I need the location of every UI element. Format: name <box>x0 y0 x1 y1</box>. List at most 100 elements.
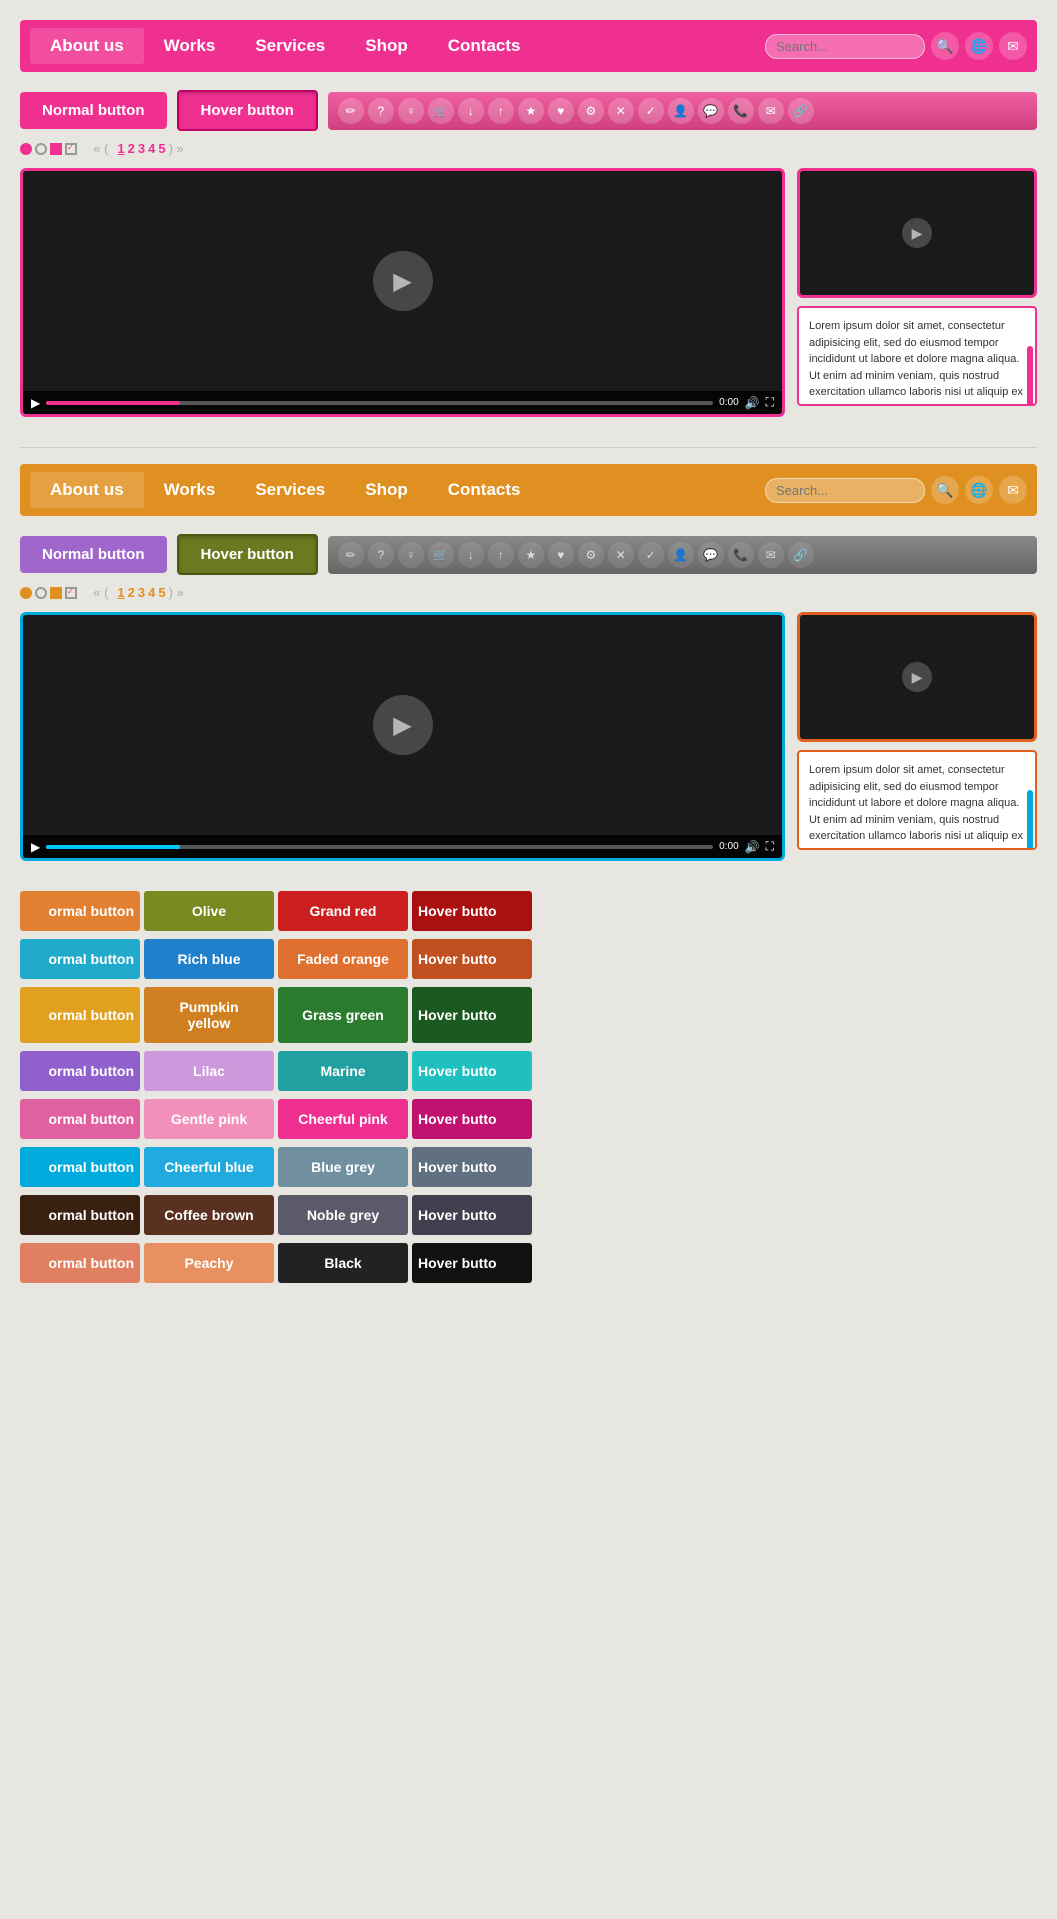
nav-orange-services[interactable]: Services <box>235 472 345 508</box>
hover-button-olive[interactable]: Hover button <box>177 534 318 575</box>
normal-btn-2[interactable]: ormal button <box>20 987 140 1043</box>
orange-radio-filled[interactable] <box>20 587 32 599</box>
page-1[interactable]: 1 <box>117 141 124 156</box>
nav-item-aboutus[interactable]: About us <box>30 28 144 64</box>
normal-btn-6[interactable]: ormal button <box>20 1195 140 1235</box>
accent-btn-5[interactable]: Blue grey <box>278 1147 408 1187</box>
hover-button-pink[interactable]: Hover button <box>177 90 318 131</box>
page-2[interactable]: 2 <box>128 141 135 156</box>
play-ctrl[interactable]: ▶ <box>31 396 40 410</box>
orange-email-icon[interactable]: ✉ <box>999 476 1027 504</box>
hover-btn-0[interactable]: Hover butto <box>412 891 532 931</box>
gray-icon-pencil[interactable]: ✏ <box>338 542 364 568</box>
icon-check[interactable]: ✓ <box>638 98 664 124</box>
color-name-btn-1[interactable]: Rich blue <box>144 939 274 979</box>
gray-icon-gear[interactable]: ⚙ <box>578 542 604 568</box>
gray-icon-up[interactable]: ↑ <box>488 542 514 568</box>
search-icon[interactable]: 🔍 <box>931 32 959 60</box>
hover-btn-5[interactable]: Hover butto <box>412 1147 532 1187</box>
nav-orange-works[interactable]: Works <box>144 472 236 508</box>
play-button-blue[interactable]: ▶ <box>373 695 433 755</box>
icon-help[interactable]: ? <box>368 98 394 124</box>
nav-item-services[interactable]: Services <box>235 28 345 64</box>
nav-orange-contacts[interactable]: Contacts <box>428 472 541 508</box>
orange-radio-empty[interactable] <box>35 587 47 599</box>
checkbox-1[interactable] <box>50 143 62 155</box>
icon-mail[interactable]: ✉ <box>758 98 784 124</box>
page-3[interactable]: 3 <box>138 141 145 156</box>
accent-btn-6[interactable]: Noble grey <box>278 1195 408 1235</box>
nav-orange-aboutus[interactable]: About us <box>30 472 144 508</box>
gray-icon-link[interactable]: 🔗 <box>788 542 814 568</box>
accent-btn-3[interactable]: Marine <box>278 1051 408 1091</box>
globe-icon[interactable]: 🌐 <box>965 32 993 60</box>
play-button-small-pink[interactable]: ▶ <box>902 218 932 248</box>
orange-search-input[interactable] <box>765 478 925 503</box>
normal-button-pink[interactable]: Normal button <box>20 92 167 129</box>
accent-btn-7[interactable]: Black <box>278 1243 408 1283</box>
normal-btn-3[interactable]: ormal button <box>20 1051 140 1091</box>
gray-icon-chat[interactable]: 💬 <box>698 542 724 568</box>
gray-icon-female[interactable]: ♀ <box>398 542 424 568</box>
accent-btn-1[interactable]: Faded orange <box>278 939 408 979</box>
accent-btn-4[interactable]: Cheerful pink <box>278 1099 408 1139</box>
color-name-btn-2[interactable]: Pumpkin yellow <box>144 987 274 1043</box>
icon-pencil[interactable]: ✏ <box>338 98 364 124</box>
volume-icon[interactable]: 🔊 <box>745 396 760 410</box>
color-name-btn-6[interactable]: Coffee brown <box>144 1195 274 1235</box>
color-name-btn-4[interactable]: Gentle pink <box>144 1099 274 1139</box>
hover-btn-7[interactable]: Hover butto <box>412 1243 532 1283</box>
hover-btn-3[interactable]: Hover butto <box>412 1051 532 1091</box>
icon-up[interactable]: ↑ <box>488 98 514 124</box>
normal-btn-5[interactable]: ormal button <box>20 1147 140 1187</box>
color-name-btn-0[interactable]: Olive <box>144 891 274 931</box>
icon-cart[interactable]: 🛒 <box>428 98 454 124</box>
gray-icon-down[interactable]: ↓ <box>458 542 484 568</box>
play-button-pink[interactable]: ▶ <box>373 251 433 311</box>
nav-item-shop[interactable]: Shop <box>345 28 428 64</box>
fullscreen-icon[interactable]: ⛶ <box>766 395 774 410</box>
check-arrow-1[interactable] <box>65 143 77 155</box>
icon-link[interactable]: 🔗 <box>788 98 814 124</box>
gray-icon-check[interactable]: ✓ <box>638 542 664 568</box>
blue-play-ctrl[interactable]: ▶ <box>31 840 40 854</box>
orange-check-arrow[interactable] <box>65 587 77 599</box>
search-input[interactable] <box>765 34 925 59</box>
color-name-btn-7[interactable]: Peachy <box>144 1243 274 1283</box>
progress-bar-pink[interactable] <box>46 401 713 405</box>
color-name-btn-3[interactable]: Lilac <box>144 1051 274 1091</box>
orange-page-5[interactable]: 5 <box>158 585 165 600</box>
gray-icon-cart[interactable]: 🛒 <box>428 542 454 568</box>
hover-btn-6[interactable]: Hover butto <box>412 1195 532 1235</box>
gray-icon-help[interactable]: ? <box>368 542 394 568</box>
email-icon[interactable]: ✉ <box>999 32 1027 60</box>
orange-globe-icon[interactable]: 🌐 <box>965 476 993 504</box>
icon-star[interactable]: ★ <box>518 98 544 124</box>
hover-btn-2[interactable]: Hover butto <box>412 987 532 1043</box>
gray-icon-mail[interactable]: ✉ <box>758 542 784 568</box>
icon-down[interactable]: ↓ <box>458 98 484 124</box>
accent-btn-0[interactable]: Grand red <box>278 891 408 931</box>
hover-btn-4[interactable]: Hover butto <box>412 1099 532 1139</box>
scrollbar-pink[interactable] <box>1027 346 1033 406</box>
normal-btn-4[interactable]: ormal button <box>20 1099 140 1139</box>
blue-volume-icon[interactable]: 🔊 <box>745 840 760 854</box>
radio-filled-1[interactable] <box>20 143 32 155</box>
orange-page-3[interactable]: 3 <box>138 585 145 600</box>
nav-orange-shop[interactable]: Shop <box>345 472 428 508</box>
gray-icon-heart[interactable]: ♥ <box>548 542 574 568</box>
icon-user[interactable]: 👤 <box>668 98 694 124</box>
color-name-btn-5[interactable]: Cheerful blue <box>144 1147 274 1187</box>
icon-female[interactable]: ♀ <box>398 98 424 124</box>
orange-page-2[interactable]: 2 <box>128 585 135 600</box>
scrollbar-blue[interactable] <box>1027 790 1033 850</box>
icon-gear[interactable]: ⚙ <box>578 98 604 124</box>
accent-btn-2[interactable]: Grass green <box>278 987 408 1043</box>
radio-empty-1[interactable] <box>35 143 47 155</box>
nav-item-contacts[interactable]: Contacts <box>428 28 541 64</box>
icon-phone[interactable]: 📞 <box>728 98 754 124</box>
progress-bar-blue[interactable] <box>46 845 713 849</box>
icon-heart[interactable]: ♥ <box>548 98 574 124</box>
blue-fullscreen-icon[interactable]: ⛶ <box>766 839 774 854</box>
orange-page-1[interactable]: 1 <box>117 585 124 600</box>
